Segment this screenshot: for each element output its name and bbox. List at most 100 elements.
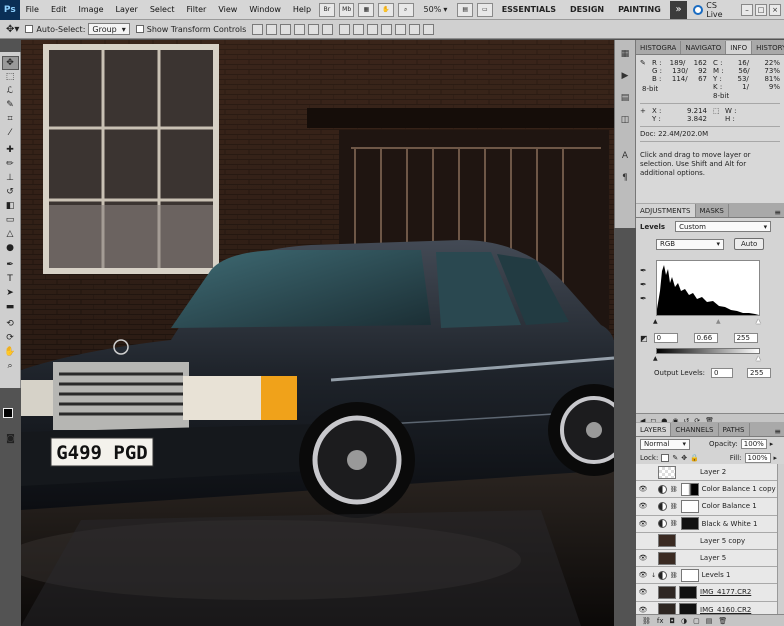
workspace-painting[interactable]: PAINTING — [611, 0, 668, 20]
hand-icon[interactable]: ✋ — [378, 2, 394, 17]
more-workspaces-button[interactable]: » — [669, 0, 688, 19]
white-point-eyedropper-icon[interactable]: ✒ — [640, 294, 650, 304]
hand-tool-icon[interactable]: ✋ — [2, 345, 19, 359]
history-brush-tool-icon[interactable]: ↺ — [2, 185, 19, 199]
layer-row[interactable]: Layer 5 copy — [636, 533, 784, 550]
tab-paths[interactable]: PATHS — [719, 423, 750, 436]
lock-position-icon[interactable]: ✥ — [681, 454, 687, 462]
crop-tool-icon[interactable]: ⌗ — [2, 112, 19, 126]
eye-icon[interactable]: 👁 — [638, 606, 648, 614]
eye-icon[interactable]: 👁 — [638, 502, 648, 510]
swatches-panel-icon[interactable]: ▤ — [617, 90, 633, 106]
eyedropper-tool-icon[interactable]: ⁄ — [2, 126, 19, 140]
eye-icon[interactable]: 👁 — [638, 520, 648, 528]
layer-row[interactable]: 👁 Layer 5 — [636, 550, 784, 568]
tab-info[interactable]: INFO — [726, 41, 753, 54]
panel-menu-icon[interactable]: ≡ — [771, 427, 784, 436]
document-canvas[interactable]: G499 PGD — [21, 40, 614, 626]
maximize-button[interactable]: □ — [755, 3, 767, 16]
eraser-tool-icon[interactable]: ◧ — [2, 199, 19, 213]
eye-icon[interactable]: 👁 — [638, 554, 648, 562]
align-bottom-icon[interactable] — [280, 23, 292, 35]
menu-file[interactable]: File — [20, 5, 45, 14]
lock-all-icon[interactable]: 🔒 — [690, 454, 699, 462]
character-panel-icon[interactable]: A — [617, 148, 633, 164]
bridge-button[interactable]: Br — [319, 2, 335, 17]
input-white-field[interactable]: 255 — [733, 333, 758, 343]
distribute-center-icon[interactable] — [395, 23, 407, 35]
layer-row[interactable]: 👁 ⛓ Color Balance 1 — [636, 498, 784, 516]
distribute-middle-icon[interactable] — [353, 23, 365, 35]
fill-field[interactable]: 100% — [744, 453, 771, 463]
distribute-bottom-icon[interactable] — [367, 23, 379, 35]
distribute-top-icon[interactable] — [339, 23, 351, 35]
input-sliders[interactable]: ▲ ▲ ▲ — [653, 318, 761, 325]
path-selection-tool-icon[interactable]: ➤ — [2, 286, 19, 300]
3d-camera-tool-icon[interactable]: ⟳ — [2, 331, 19, 345]
tab-adjustments[interactable]: ADJUSTMENTS — [636, 204, 696, 217]
gradient-tool-icon[interactable]: ▭ — [2, 213, 19, 227]
blur-tool-icon[interactable]: △ — [2, 227, 19, 241]
output-sliders[interactable]: ▲ ▲ — [653, 355, 761, 362]
eye-icon[interactable]: 👁 — [638, 588, 648, 596]
zoom-icon[interactable]: ⌕ — [397, 2, 414, 17]
zoom-tool-icon[interactable]: ⌕ — [2, 359, 19, 373]
black-slider-icon[interactable]: ▲ — [653, 318, 658, 325]
arrange-documents-icon[interactable]: ▤ — [457, 2, 474, 17]
menu-help[interactable]: Help — [287, 5, 317, 14]
new-group-icon[interactable]: ▢ — [693, 617, 700, 625]
black-point-eyedropper-icon[interactable]: ✒ — [640, 266, 650, 276]
workspace-essentials[interactable]: ESSENTIALS — [495, 0, 563, 20]
minibridge-button[interactable]: Mb — [338, 2, 355, 17]
chevron-right-icon[interactable]: ▸ — [774, 454, 778, 462]
link-layers-icon[interactable]: ⛓ — [642, 617, 651, 625]
tab-history[interactable]: HISTORY — [752, 41, 784, 54]
eye-icon[interactable]: 👁 — [638, 571, 648, 579]
auto-select-dropdown[interactable]: Group ▾ — [88, 23, 130, 35]
layer-row[interactable]: 👁 ⛓ Color Balance 1 copy — [636, 481, 784, 499]
distribute-left-icon[interactable] — [381, 23, 393, 35]
output-black-slider-icon[interactable]: ▲ — [653, 355, 658, 362]
dodge-tool-icon[interactable]: ● — [2, 241, 19, 255]
lock-pixels-icon[interactable]: ✎ — [672, 454, 678, 462]
white-slider-icon[interactable]: ▲ — [756, 318, 761, 325]
gray-point-eyedropper-icon[interactable]: ✒ — [640, 280, 650, 290]
lasso-tool-icon[interactable]: ℒ — [2, 84, 19, 98]
gray-slider-icon[interactable]: ▲ — [716, 318, 721, 325]
menu-edit[interactable]: Edit — [45, 5, 73, 14]
quick-select-tool-icon[interactable]: ✎ — [2, 98, 19, 112]
move-tool-icon[interactable]: ✥▾ — [6, 24, 19, 35]
healing-brush-tool-icon[interactable]: ✚ — [2, 143, 19, 157]
opacity-field[interactable]: 100% — [740, 439, 767, 449]
levels-channel-dropdown[interactable]: RGB ▾ — [656, 238, 724, 250]
align-center-icon[interactable] — [308, 23, 320, 35]
actions-panel-icon[interactable]: ▶ — [617, 68, 633, 84]
menu-layer[interactable]: Layer — [110, 5, 144, 14]
align-left-icon[interactable] — [294, 23, 306, 35]
panel-menu-icon[interactable]: ≡ — [771, 208, 784, 217]
foreground-color-swatch[interactable] — [3, 408, 13, 418]
tab-channels[interactable]: CHANNELS — [671, 423, 719, 436]
minimize-button[interactable]: – — [741, 3, 753, 16]
add-mask-icon[interactable]: ◘ — [670, 617, 676, 625]
shape-tool-icon[interactable]: ▬ — [2, 300, 19, 314]
auto-select-checkbox[interactable] — [25, 25, 34, 33]
output-white-slider-icon[interactable]: ▲ — [756, 355, 761, 362]
align-middle-icon[interactable] — [266, 23, 278, 35]
type-tool-icon[interactable]: T — [2, 272, 19, 286]
blend-mode-dropdown[interactable]: Normal ▾ — [640, 438, 690, 450]
menu-image[interactable]: Image — [72, 5, 109, 14]
menu-select[interactable]: Select — [144, 5, 181, 14]
output-white-field[interactable]: 255 — [747, 368, 772, 378]
paragraph-panel-icon[interactable]: ¶ — [617, 170, 633, 186]
tab-layers[interactable]: LAYERS — [636, 423, 672, 436]
tab-histogram[interactable]: HISTOGRA — [636, 41, 682, 54]
auto-align-icon[interactable] — [423, 23, 435, 35]
move-tool-icon[interactable]: ✥ — [1, 56, 19, 70]
levels-preset-dropdown[interactable]: Custom ▾ — [675, 221, 772, 232]
lock-transparent-icon[interactable] — [661, 454, 670, 462]
layer-row[interactable]: 👁 ↓ ⛓ Levels 1 — [636, 567, 784, 585]
new-adjustment-icon[interactable]: ◑ — [681, 617, 687, 625]
menu-view[interactable]: View — [212, 5, 243, 14]
distribute-right-icon[interactable] — [409, 23, 421, 35]
